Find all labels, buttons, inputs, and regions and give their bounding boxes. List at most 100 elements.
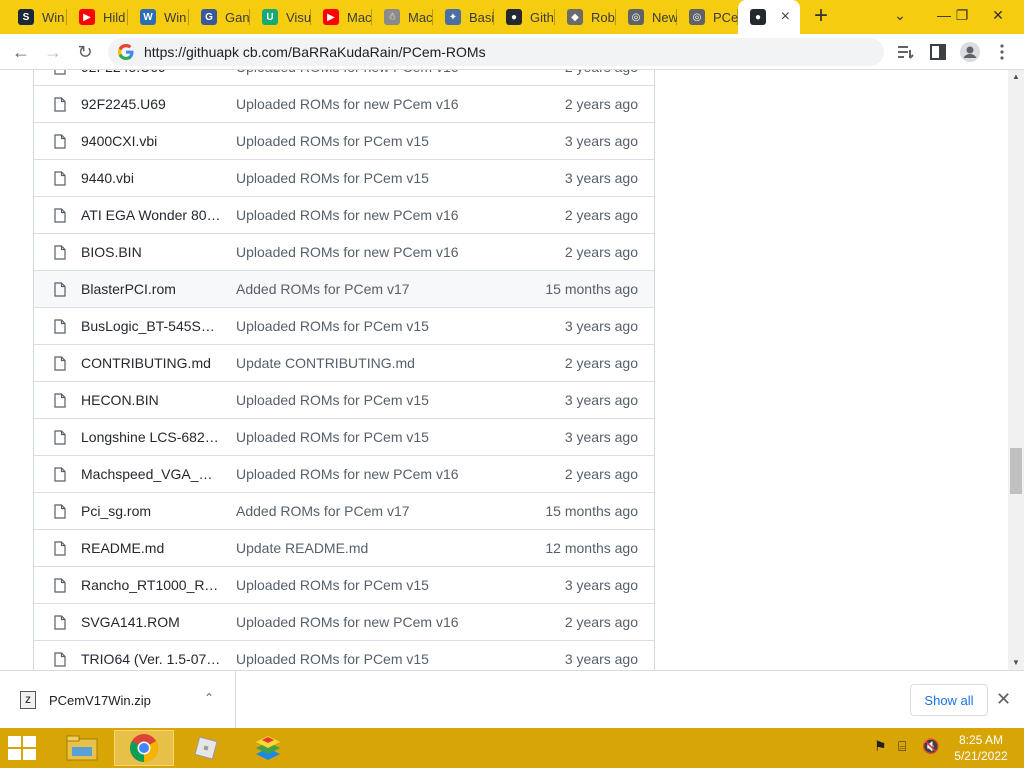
commit-message-link[interactable]: Update CONTRIBUTING.md — [236, 355, 516, 371]
commit-message-link[interactable]: Uploaded ROMs for new PCem v16 — [236, 244, 516, 260]
browser-tab[interactable]: ✦ Basi — [433, 0, 494, 34]
forward-button[interactable]: → — [40, 39, 66, 65]
file-name-link[interactable]: 92F2245.U69 — [81, 96, 221, 112]
commit-message-link[interactable]: Uploaded ROMs for PCem v15 — [236, 133, 516, 149]
commit-age: 3 years ago — [564, 318, 638, 334]
file-row[interactable]: Machspeed_VGA_GUI_2100_VLB.vbi Uploaded R… — [34, 455, 654, 492]
file-row[interactable]: SVGA141.ROM Uploaded ROMs for new PCem v1… — [34, 603, 654, 640]
file-name-link[interactable]: SVGA141.ROM — [81, 614, 221, 630]
reload-button[interactable]: ↻ — [72, 39, 98, 65]
tab-active[interactable]: ● × — [738, 0, 800, 34]
browser-tab[interactable]: ◎ New — [616, 0, 677, 34]
file-row[interactable]: 92F2245.U69 Uploaded ROMs for new PCem v1… — [34, 85, 654, 122]
scrollbar-thumb[interactable] — [1010, 448, 1022, 494]
file-row[interactable]: Longshine LCS-6821N.BIN Uploaded ROMs for… — [34, 418, 654, 455]
browser-tab[interactable]: ◆ Rob — [555, 0, 616, 34]
file-name-link[interactable]: Machspeed_VGA_GUI_2100_VLB.vbi — [81, 466, 221, 482]
file-name-link[interactable]: 9440.vbi — [81, 170, 221, 186]
new-tab-button[interactable]: + — [808, 4, 834, 30]
file-name-link[interactable]: README.md — [81, 540, 221, 556]
browser-tab[interactable]: ☃ Mac — [372, 0, 433, 34]
commit-message-link[interactable]: Update README.md — [236, 540, 516, 556]
file-name-link[interactable]: 92F2245.U69 — [81, 70, 221, 75]
commit-message-link[interactable]: Uploaded ROMs for PCem v15 — [236, 429, 516, 445]
file-row[interactable]: BusLogic_BT-545S_U15_27128_5002026-4.50.… — [34, 307, 654, 344]
commit-message-link[interactable]: Uploaded ROMs for new PCem v16 — [236, 466, 516, 482]
bluestacks-icon[interactable] — [238, 730, 298, 766]
commit-message-link[interactable]: Uploaded ROMs for new PCem v16 — [236, 70, 516, 75]
commit-message-link[interactable]: Uploaded ROMs for PCem v15 — [236, 651, 516, 667]
browser-tab[interactable]: ◎ PCe — [677, 0, 738, 34]
scroll-up-arrow-icon[interactable]: ▲ — [1008, 70, 1024, 84]
file-row[interactable]: BlasterPCI.rom Added ROMs for PCem v17 15 … — [34, 270, 654, 307]
commit-message-link[interactable]: Uploaded ROMs for PCem v15 — [236, 170, 516, 186]
file-explorer-icon[interactable] — [52, 730, 112, 766]
chrome-icon[interactable] — [114, 730, 174, 766]
browser-tab[interactable]: ● Gith — [494, 0, 555, 34]
commit-message-link[interactable]: Uploaded ROMs for PCem v15 — [236, 577, 516, 593]
file-row[interactable]: README.md Update README.md 12 months ago — [34, 529, 654, 566]
file-row[interactable]: HECON.BIN Uploaded ROMs for PCem v15 3 yea… — [34, 381, 654, 418]
volume-muted-icon[interactable]: 🔇 — [922, 738, 939, 755]
commit-message-link[interactable]: Uploaded ROMs for PCem v15 — [236, 392, 516, 408]
scroll-down-arrow-icon[interactable]: ▼ — [1008, 656, 1024, 670]
side-panel-icon[interactable] — [926, 40, 950, 64]
browser-tab[interactable]: W Win — [128, 0, 189, 34]
browser-tab[interactable]: U Visu — [250, 0, 311, 34]
tab-close-icon[interactable]: × — [781, 8, 790, 26]
file-name-link[interactable]: BlasterPCI.rom — [81, 281, 221, 297]
file-name-link[interactable]: HECON.BIN — [81, 392, 221, 408]
file-row[interactable]: 9440.vbi Uploaded ROMs for PCem v15 3 year… — [34, 159, 654, 196]
download-item[interactable]: Z PCemV17Win.zip ⌃ — [0, 671, 236, 729]
file-list: 92F2245.U69 Uploaded ROMs for new PCem v1… — [33, 70, 655, 670]
restore-button[interactable]: ❐ — [944, 0, 980, 30]
network-icon[interactable]: ⌸ — [898, 738, 906, 755]
commit-age: 3 years ago — [564, 577, 638, 593]
file-row[interactable]: ATI EGA Wonder 800+ N1.02.BIN Uploaded RO… — [34, 196, 654, 233]
commit-message-link[interactable]: Added ROMs for PCem v17 — [236, 281, 516, 297]
file-name-link[interactable]: BIOS.BIN — [81, 244, 221, 260]
file-row[interactable]: CONTRIBUTING.md Update CONTRIBUTING.md 2 y… — [34, 344, 654, 381]
commit-message-link[interactable]: Uploaded ROMs for PCem v15 — [236, 318, 516, 334]
file-name-link[interactable]: 9400CXI.vbi — [81, 133, 221, 149]
chevron-up-icon[interactable]: ⌃ — [204, 691, 214, 705]
system-clock[interactable]: 8:25 AM 5/21/2022 — [946, 732, 1016, 764]
file-name-link[interactable]: TRIO64 (Ver. 1.5-07) [VGA] (S3 Incorpora… — [81, 651, 221, 667]
profile-avatar-icon[interactable] — [958, 40, 982, 64]
close-download-bar-icon[interactable]: ✕ — [996, 689, 1011, 710]
browser-tab[interactable]: G Gan — [189, 0, 250, 34]
browser-tab[interactable]: ▶ Hild — [67, 0, 128, 34]
file-row[interactable]: TRIO64 (Ver. 1.5-07) [VGA] (S3 Incorpora… — [34, 640, 654, 670]
back-button[interactable]: ← — [8, 39, 34, 65]
file-row[interactable]: Pci_sg.rom Added ROMs for PCem v17 15 mont… — [34, 492, 654, 529]
file-name-link[interactable]: Rancho_RT1000_RTBSC1.BIN — [81, 577, 221, 593]
windows-start-icon[interactable] — [8, 736, 38, 762]
window-close-button[interactable]: ✕ — [980, 0, 1016, 30]
menu-kebab-icon[interactable] — [990, 40, 1014, 64]
roblox-icon[interactable] — [176, 730, 236, 766]
page-scrollbar[interactable]: ▲ ▼ — [1008, 70, 1024, 670]
file-row[interactable]: 9400CXI.vbi Uploaded ROMs for PCem v15 3 y… — [34, 122, 654, 159]
download-filename: PCemV17Win.zip — [49, 693, 151, 708]
file-name-link[interactable]: Longshine LCS-6821N.BIN — [81, 429, 221, 445]
file-row[interactable]: 92F2245.U69 Uploaded ROMs for new PCem v1… — [34, 70, 654, 85]
browser-tab[interactable]: ▶ Mac — [311, 0, 372, 34]
reading-list-icon[interactable] — [894, 40, 918, 64]
commit-message-link[interactable]: Uploaded ROMs for new PCem v16 — [236, 207, 516, 223]
tray-flag-icon[interactable]: ⚑ — [874, 738, 887, 755]
tab-title: Visu — [286, 9, 311, 25]
file-name-link[interactable]: BusLogic_BT-545S_U15_27128_5002026-4.50.… — [81, 318, 221, 334]
commit-message-link[interactable]: Added ROMs for PCem v17 — [236, 503, 516, 519]
file-name-link[interactable]: Pci_sg.rom — [81, 503, 221, 519]
file-row[interactable]: BIOS.BIN Uploaded ROMs for new PCem v16 2 … — [34, 233, 654, 270]
file-icon — [54, 541, 66, 556]
file-name-link[interactable]: CONTRIBUTING.md — [81, 355, 221, 371]
commit-message-link[interactable]: Uploaded ROMs for new PCem v16 — [236, 96, 516, 112]
show-all-button[interactable]: Show all — [910, 684, 988, 716]
tab-search-chevron-icon[interactable]: ⌄ — [882, 0, 918, 30]
address-bar[interactable]: https://githuapk cb.com/BaRRaKudaRain/PC… — [108, 38, 884, 66]
file-name-link[interactable]: ATI EGA Wonder 800+ N1.02.BIN — [81, 207, 221, 223]
file-row[interactable]: Rancho_RT1000_RTBSC1.BIN Uploaded ROMs fo… — [34, 566, 654, 603]
browser-tab[interactable]: S Win — [6, 0, 67, 34]
commit-message-link[interactable]: Uploaded ROMs for new PCem v16 — [236, 614, 516, 630]
